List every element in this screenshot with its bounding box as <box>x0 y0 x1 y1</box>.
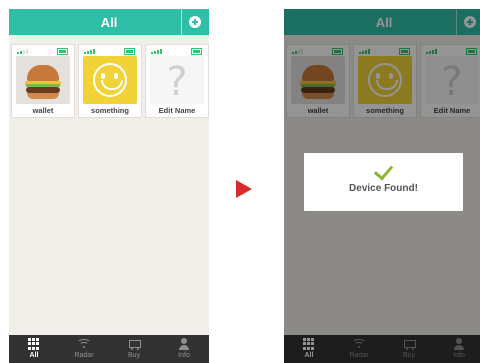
tab-buy[interactable]: Buy <box>109 335 159 363</box>
grid-icon <box>28 338 40 350</box>
phone-screen-after: All wallet something ? Edit Name All Rad… <box>284 9 480 363</box>
checkmark-icon <box>373 160 394 181</box>
battery-icon <box>57 48 68 55</box>
tab-label: Buy <box>127 352 141 359</box>
signal-icon <box>151 48 163 54</box>
dialog-message: Device Found! <box>349 183 418 194</box>
signal-icon <box>17 48 29 54</box>
page-title: All <box>100 15 118 30</box>
wifi-icon <box>77 338 91 350</box>
device-found-dialog[interactable]: Device Found! <box>304 153 463 211</box>
tab-label: All <box>29 352 39 359</box>
person-icon <box>178 338 190 350</box>
device-tile-wallet[interactable]: wallet <box>11 44 75 118</box>
device-tile-something[interactable]: something <box>78 44 142 118</box>
tab-info[interactable]: Info <box>159 335 209 363</box>
device-grid: wallet something ? Edit Name <box>11 44 209 124</box>
transition-arrow-icon <box>236 180 252 198</box>
tab-radar[interactable]: Radar <box>59 335 109 363</box>
device-name: wallet <box>32 106 54 115</box>
question-mark-image: ? <box>150 56 204 104</box>
device-name: Edit Name <box>158 106 196 115</box>
header-bar: All <box>9 9 209 35</box>
battery-icon <box>191 48 202 55</box>
device-tile-edit-name[interactable]: ? Edit Name <box>145 44 209 118</box>
phone-screen-before: All wallet something ? Edit Name All Rad… <box>9 9 209 363</box>
signal-icon <box>84 48 96 54</box>
tab-label: Info <box>178 352 190 359</box>
add-device-icon[interactable] <box>189 16 201 28</box>
tab-all[interactable]: All <box>9 335 59 363</box>
header-divider <box>181 9 182 35</box>
cart-icon <box>128 338 141 350</box>
burger-image <box>16 56 70 104</box>
device-name: something <box>91 106 129 115</box>
question-mark: ? <box>166 59 188 104</box>
battery-icon <box>124 48 135 55</box>
tab-bar: All Radar Buy Info <box>9 335 209 363</box>
smiley-image <box>83 56 137 104</box>
tab-label: Radar <box>74 352 94 359</box>
